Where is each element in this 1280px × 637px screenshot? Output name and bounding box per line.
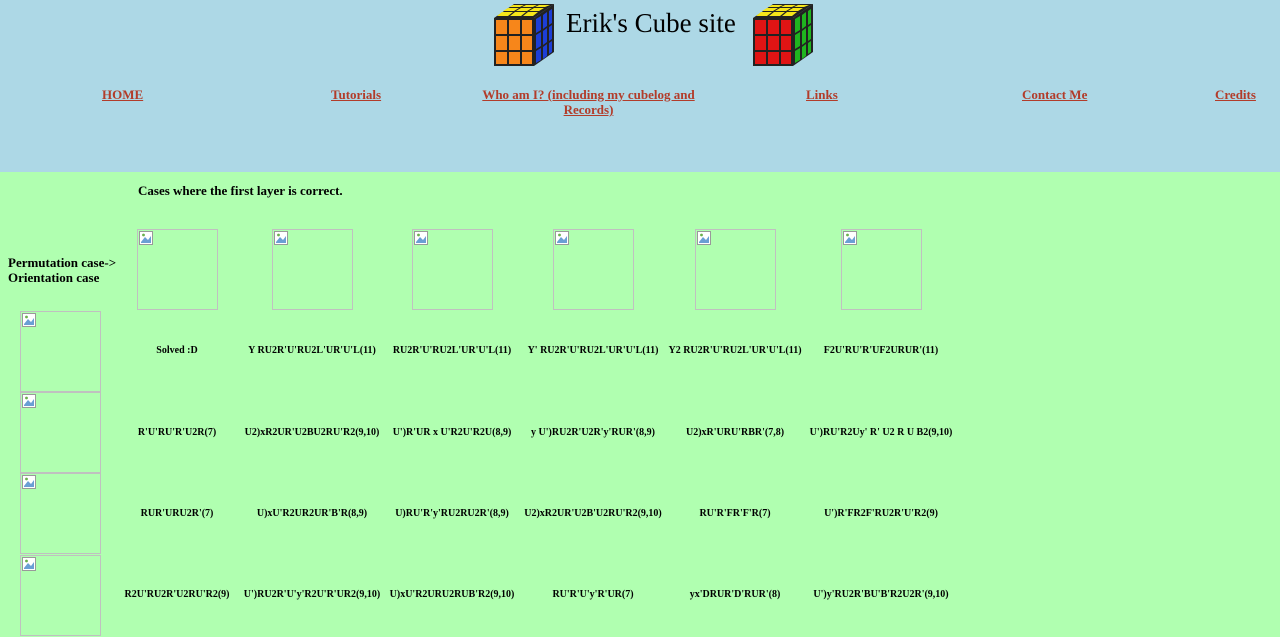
algorithm-cell: RU'R'FR'F'R(7) <box>699 508 771 519</box>
algorithm-cell: R'U'RU'R'U2R(7) <box>137 427 217 438</box>
nav-credits-link[interactable]: Credits <box>1215 87 1256 102</box>
permutation-case-image-1 <box>137 229 218 310</box>
algorithm-cell: U)RU'R'y'RU2RU2R'(8,9) <box>395 508 509 519</box>
algorithm-cell: Y' RU2R'U'RU2L'UR'U'L(11) <box>527 345 659 356</box>
algorithm-cell: U)xU'R2UR2UR'B'R(8,9) <box>256 508 368 519</box>
row-label-orientation: Orientation case <box>8 270 100 285</box>
nav-links-link[interactable]: Links <box>806 87 838 102</box>
algorithm-cell: Solved :D <box>156 345 198 356</box>
algorithm-cell: RU'R'U'y'R'UR(7) <box>552 589 634 600</box>
algorithm-cell: Y RU2R'U'RU2L'UR'U'L(11) <box>248 345 376 356</box>
algorithm-cell: U')RU2R'U'y'R2U'R'UR2(9,10) <box>243 589 381 600</box>
rubiks-cube-orange-blue-icon <box>494 4 554 66</box>
algorithm-cell: RU2R'U'RU2L'UR'U'L(11) <box>392 345 512 356</box>
permutation-case-image-4 <box>553 229 634 310</box>
broken-image-icon <box>22 394 36 408</box>
algorithm-cell: RUR'URU2R'(7) <box>140 508 214 519</box>
site-title: Erik's Cube site <box>566 8 736 38</box>
algorithm-cell: U')y'RU2R'BU'B'R2U2R'(9,10) <box>813 589 949 600</box>
broken-image-icon <box>274 231 288 245</box>
algorithm-cell: U')RU'R2Uy' R' U2 R U B2(9,10) <box>809 427 953 438</box>
site-header: Erik's Cube site HOME Tutorials Who am I… <box>0 0 1280 172</box>
broken-image-icon <box>697 231 711 245</box>
orientation-case-image-1 <box>20 311 101 392</box>
broken-image-icon <box>22 313 36 327</box>
permutation-case-image-2 <box>272 229 353 310</box>
algorithm-cell: F2U'RU'R'UF2URUR'(11) <box>823 345 939 356</box>
algorithm-cell: R2U'RU2R'U2RU'R2(9) <box>124 589 230 600</box>
section-title: Cases where the first layer is correct. <box>138 183 343 198</box>
algorithm-cell: yx'DRUR'D'RUR'(8) <box>689 589 781 600</box>
broken-image-icon <box>22 557 36 571</box>
nav-who-am-i-link[interactable]: Who am I? (including my cubelog and Reco… <box>481 87 696 117</box>
row-label-permutation: Permutation case-> <box>8 255 117 270</box>
algorithm-cell: y U')RU2R'U2R'y'RUR'(8,9) <box>531 427 655 438</box>
algorithm-cell: U2)xR2UR'U2B'U2RU'R2(9,10) <box>524 508 662 519</box>
orientation-case-image-2 <box>20 392 101 473</box>
algorithm-cell: U)xU'R2URU2RUB'R2(9,10) <box>389 589 515 600</box>
algorithm-cell: U')R'UR x U'R2U'R2U(8,9) <box>392 427 512 438</box>
broken-image-icon <box>139 231 153 245</box>
nav-contact-link[interactable]: Contact Me <box>1022 87 1087 102</box>
rubiks-cube-red-green-icon <box>753 4 813 66</box>
permutation-case-image-5 <box>695 229 776 310</box>
orientation-case-image-3 <box>20 473 101 554</box>
broken-image-icon <box>555 231 569 245</box>
broken-image-icon <box>22 475 36 489</box>
algorithm-cell: U2)xR2UR'U2BU2RU'R2(9,10) <box>244 427 380 438</box>
algorithm-cell: Y2 RU2R'U'RU2L'UR'U'L(11) <box>668 345 802 356</box>
main-content: Cases where the first layer is correct. … <box>0 172 1280 637</box>
nav-tutorials-link[interactable]: Tutorials <box>331 87 381 102</box>
algorithm-cell: U2)xR'URU'RBR'(7,8) <box>685 427 785 438</box>
row-label: Permutation case-> Orientation case <box>8 255 116 285</box>
orientation-case-image-4 <box>20 555 101 636</box>
broken-image-icon <box>414 231 428 245</box>
permutation-case-image-3 <box>412 229 493 310</box>
nav-home-link[interactable]: HOME <box>102 87 143 102</box>
algorithm-cell: U')R'FR2F'RU2R'U'R2(9) <box>824 508 938 519</box>
permutation-case-image-6 <box>841 229 922 310</box>
broken-image-icon <box>843 231 857 245</box>
